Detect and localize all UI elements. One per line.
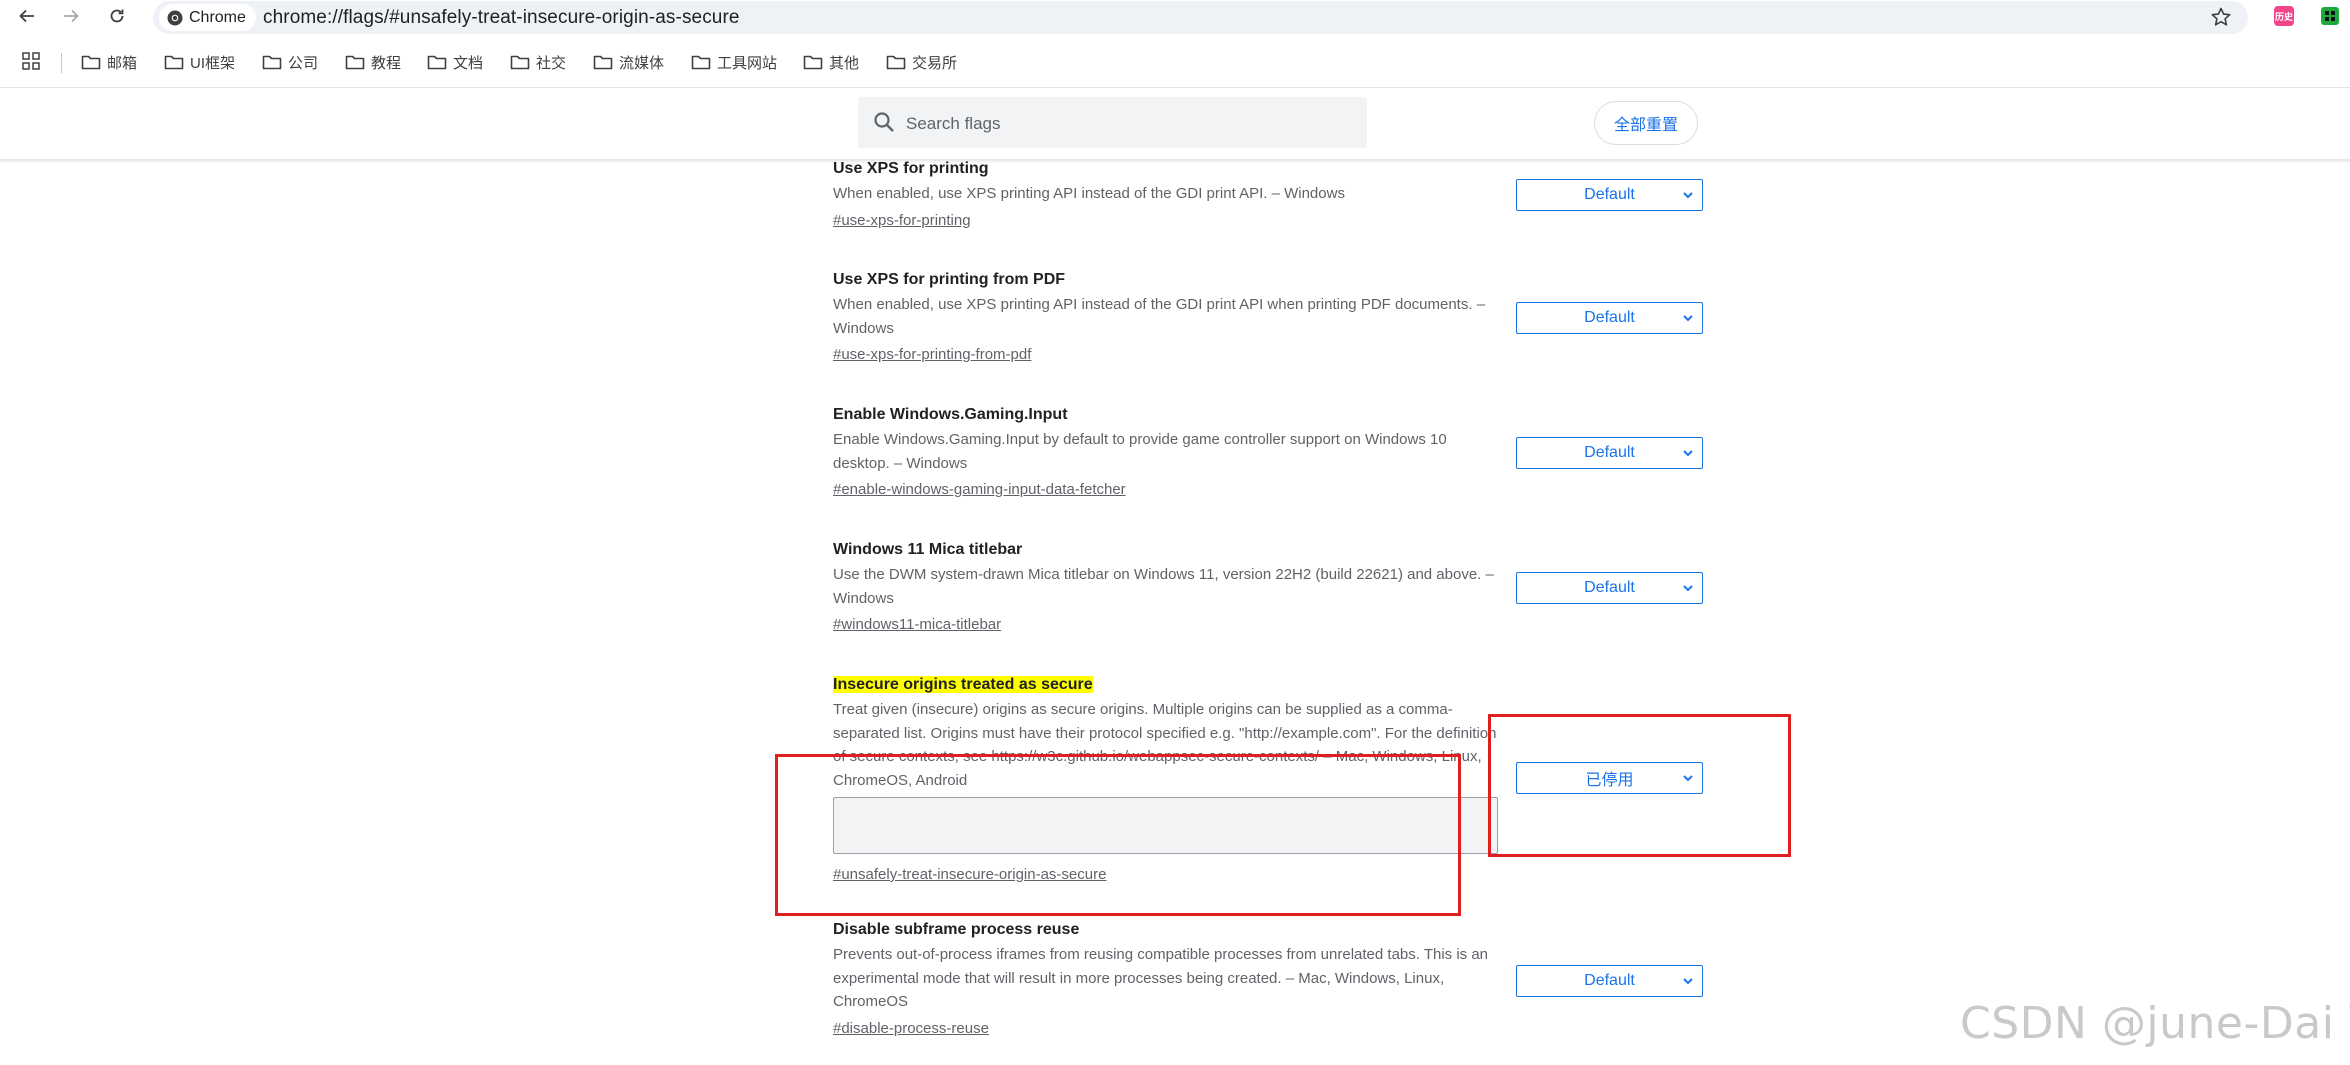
bookmark-label: 其他 [829,54,860,72]
chevron-down-icon [1683,450,1693,457]
bookmark-folder[interactable]: 文档 [427,50,483,74]
chevron-down-icon [1683,585,1693,592]
search-flags-input[interactable] [904,97,1358,150]
folder-icon [886,55,906,70]
history-extension-icon[interactable]: 历史 [2274,6,2294,26]
chevron-down-icon [1683,192,1693,199]
bookmark-folder[interactable]: 教程 [345,50,401,74]
folder-icon [691,55,711,70]
bookmarks-divider [61,53,62,73]
bookmark-star-button[interactable] [2210,6,2232,33]
flag-entry: Disable subframe process reuse Prevents … [833,919,1503,1041]
insecure-origins-textarea[interactable] [833,797,1498,854]
bookmark-folder[interactable]: 其他 [803,50,859,74]
flag-permalink[interactable]: #unsafely-treat-insecure-origin-as-secur… [833,863,1106,887]
watermark: CSDN @june-Dai Yi [1960,998,2350,1049]
folder-icon [262,55,282,70]
extension-grid-icon[interactable] [2320,6,2340,26]
flag-entry: Use XPS for printing from PDF When enabl… [833,269,1503,367]
flag-entry: Windows 11 Mica titlebar Use the DWM sys… [833,539,1503,637]
folder-icon [345,55,365,70]
bookmark-label: 交易所 [912,54,958,72]
forward-arrow-icon [64,9,79,23]
flag-state-value: Default [1584,444,1635,461]
bookmark-folder[interactable]: 交易所 [886,50,957,74]
chevron-down-icon [1683,315,1693,322]
flag-entry: Use XPS for printing When enabled, use X… [833,158,1503,233]
flag-state-select[interactable]: Default [1516,437,1703,469]
bookmark-folder[interactable]: 流媒体 [593,50,664,74]
bookmark-folder[interactable]: UI框架 [164,50,235,74]
bookmark-label: 工具网站 [717,54,778,72]
bookmark-folder[interactable]: 社交 [510,50,566,74]
flag-permalink[interactable]: #windows11-mica-titlebar [833,613,1001,637]
flag-description: Treat given (insecure) origins as secure… [833,701,1497,789]
folder-icon [510,55,530,70]
folder-icon [803,55,823,70]
reload-icon [110,9,124,23]
flag-permalink[interactable]: #disable-process-reuse [833,1017,989,1041]
reset-all-button[interactable]: 全部重置 [1594,101,1698,145]
flag-title: Insecure origins treated as secure [833,676,1093,693]
flag-description: Enable Windows.Gaming.Input by default t… [833,431,1447,472]
flag-state-value: Default [1584,579,1635,596]
bookmark-label: 教程 [371,54,402,72]
folder-icon [427,55,447,70]
bookmark-folder[interactable]: 工具网站 [691,50,777,74]
flag-title: Use XPS for printing [833,160,989,177]
chevron-down-icon [1683,775,1693,782]
flag-description: When enabled, use XPS printing API inste… [833,185,1345,202]
apps-grid-button[interactable] [22,52,40,75]
star-icon [2211,7,2231,26]
bookmarks-bar: 邮箱 UI框架 公司 教程 文档 社交 流媒体 工具网站 其他 交易所 [0,46,2350,78]
bookmark-label: 邮箱 [107,54,138,72]
search-flags-box [858,97,1367,150]
flag-title: Disable subframe process reuse [833,921,1080,938]
flag-description: When enabled, use XPS printing API inste… [833,296,1486,337]
apps-grid-icon [22,52,40,70]
bookmark-folder[interactable]: 公司 [262,50,318,74]
flag-state-select[interactable]: Default [1516,965,1703,997]
forward-button[interactable] [58,3,84,29]
flag-permalink[interactable]: #use-xps-for-printing [833,209,971,233]
flag-description: Use the DWM system-drawn Mica titlebar o… [833,566,1494,607]
bookmark-folder[interactable]: 邮箱 [81,50,137,74]
flag-state-select[interactable]: Default [1516,179,1703,211]
flag-state-select[interactable]: Default [1516,302,1703,334]
flag-state-select[interactable]: Default [1516,572,1703,604]
site-chip-label: Chrome [189,8,246,26]
reload-button[interactable] [104,3,130,29]
search-icon [874,112,894,132]
chrome-logo-icon [167,10,183,25]
url-text[interactable]: chrome://flags/#unsafely-treat-insecure-… [263,1,740,34]
flag-state-value: 已停用 [1585,772,1634,789]
flag-title: Windows 11 Mica titlebar [833,541,1023,558]
flag-state-select[interactable]: 已停用 [1516,762,1703,794]
flag-title: Enable Windows.Gaming.Input [833,406,1068,423]
bookmark-label: UI框架 [190,54,236,72]
flag-permalink[interactable]: #use-xps-for-printing-from-pdf [833,343,1031,367]
flag-permalink[interactable]: #enable-windows-gaming-input-data-fetche… [833,478,1126,502]
folder-icon [164,55,184,70]
flag-entry-insecure-origins: Insecure origins treated as secure Treat… [833,674,1503,792]
flag-state-value: Default [1584,972,1635,989]
flag-entry: Enable Windows.Gaming.Input Enable Windo… [833,404,1503,502]
flag-description: Prevents out-of-process iframes from reu… [833,946,1489,1010]
chevron-down-icon [1683,978,1693,985]
folder-icon [593,55,613,70]
bookmark-label: 社交 [536,54,567,72]
bookmark-label: 公司 [288,54,319,72]
bookmark-label: 文档 [453,54,484,72]
folder-icon [81,55,101,70]
flag-state-value: Default [1584,186,1635,203]
bookmark-label: 流媒体 [619,54,665,72]
address-bar[interactable]: Chrome chrome://flags/#unsafely-treat-in… [153,1,2248,34]
flag-title: Use XPS for printing from PDF [833,271,1066,288]
flag-state-value: Default [1584,309,1635,326]
back-button[interactable] [14,3,40,29]
toolbar-divider [0,87,2350,88]
site-info-chip[interactable]: Chrome [159,4,256,31]
browser-toolbar: Chrome chrome://flags/#unsafely-treat-in… [0,0,2350,34]
back-arrow-icon [19,9,34,23]
